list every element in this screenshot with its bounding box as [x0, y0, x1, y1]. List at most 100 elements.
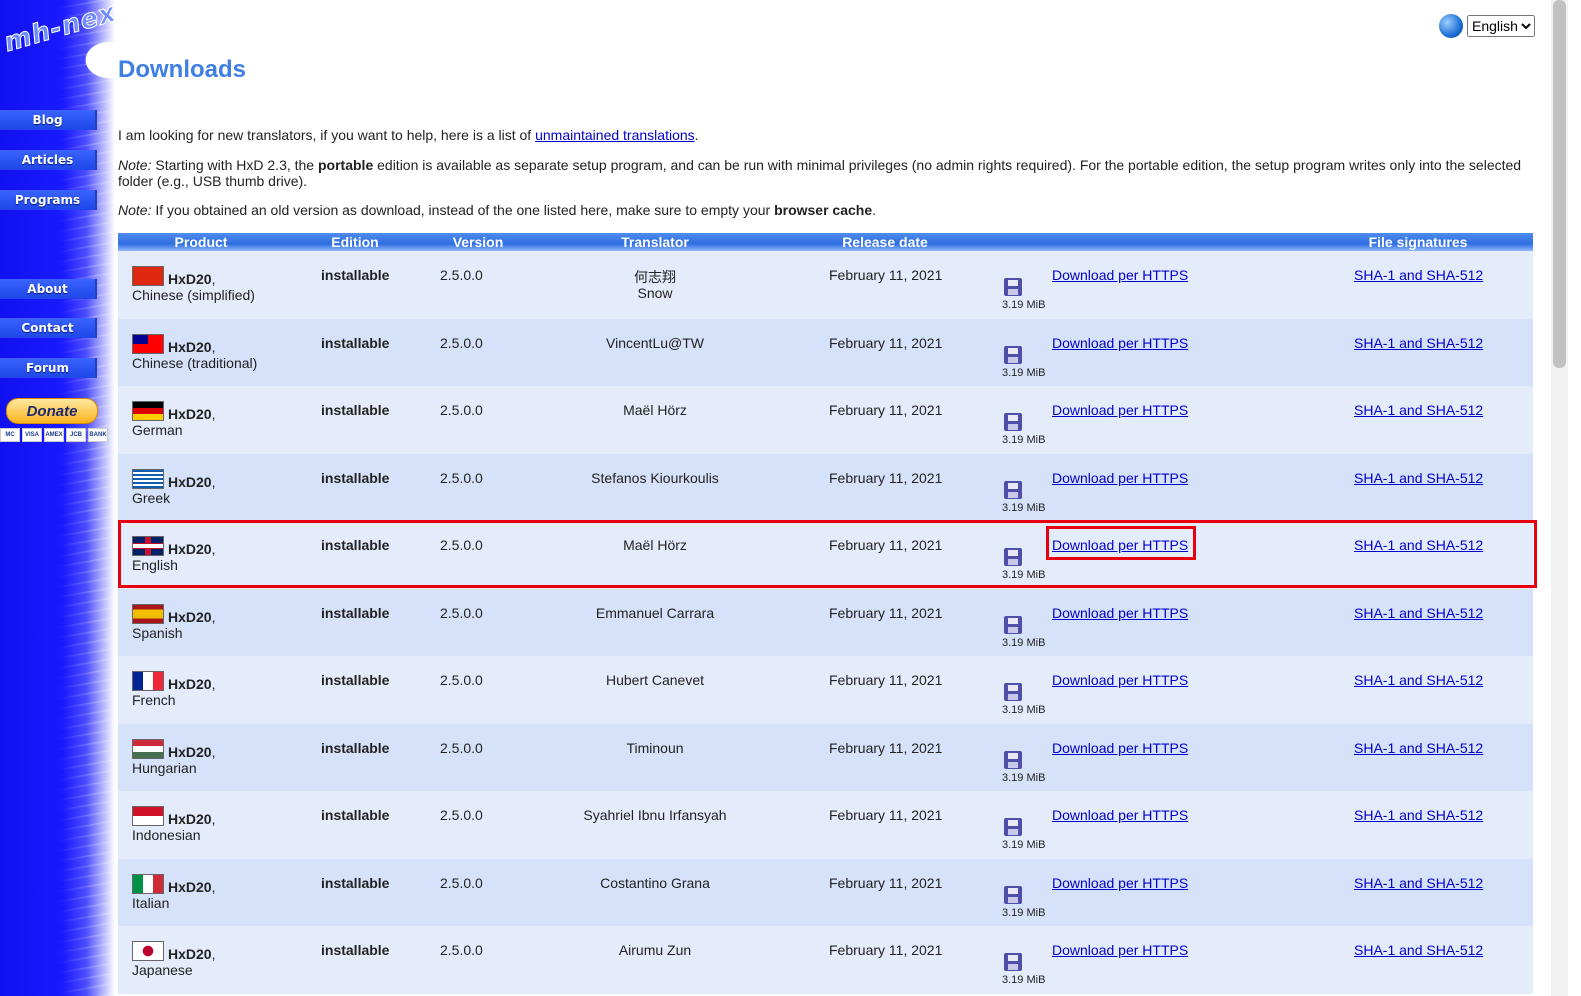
floppy-disk-icon [1004, 750, 1022, 769]
product-name: HxD20, [168, 743, 216, 760]
scrollbar[interactable] [1551, 0, 1568, 996]
table-row: HxD20, French installable 2.5.0.0 Hubert Can… [118, 656, 1533, 724]
note2-text-b: . [872, 202, 877, 218]
nav-articles[interactable]: Articles [0, 150, 97, 170]
floppy-disk-icon [1004, 278, 1022, 296]
download-https-link[interactable]: Download per HTTPS [1052, 537, 1188, 553]
edition: installable [321, 469, 390, 486]
download-https-link[interactable]: Download per HTTPS [1052, 267, 1188, 283]
translator: Timinoun [626, 739, 684, 756]
version: 2.5.0.0 [440, 604, 483, 621]
release-date: February 11, 2021 [829, 334, 943, 351]
edition: installable [321, 537, 390, 553]
version: 2.5.0.0 [440, 672, 483, 688]
product-name: HxD20, [168, 271, 216, 287]
product-name: HxD20, [168, 878, 216, 895]
floppy-disk-icon [1004, 413, 1022, 431]
table-row: HxD20, Spanish installable 2.5.0.0 Emmanuel … [118, 588, 1533, 656]
product-name: HxD20, [168, 338, 216, 355]
flag-icon [132, 603, 164, 624]
table-row: HxD20, Hungarian installable 2.5.0.0 Timinou… [118, 723, 1533, 791]
file-signatures-link[interactable]: SHA-1 and SHA-512 [1354, 605, 1483, 621]
translator: 何志翔 Snow [634, 269, 676, 301]
unmaintained-translations-link[interactable]: unmaintained translations [535, 127, 695, 143]
intro-text: I am looking for new translators, if you… [118, 127, 536, 143]
download-https-link[interactable]: Download per HTTPS [1052, 942, 1188, 958]
floppy-disk-icon [1004, 953, 1022, 971]
nav-forum[interactable]: Forum [0, 358, 97, 378]
download-https-link[interactable]: Download per HTTPS [1052, 605, 1188, 621]
file-size: 3.19 MiB [1002, 636, 1046, 649]
language-selector: English [1439, 14, 1535, 38]
floppy-disk-icon [1004, 480, 1022, 499]
download-https-link[interactable]: Download per HTTPS [1052, 672, 1188, 688]
nav-about[interactable]: About [0, 279, 97, 299]
edition: installable [321, 807, 390, 823]
table-body: HxD20, Chinese (simplified) installable 2.5… [118, 251, 1533, 994]
table-header: Product Edition Version Translator Relea… [118, 233, 1533, 251]
flag-icon [132, 333, 164, 354]
nav-blog[interactable]: Blog [0, 110, 97, 130]
donate-button[interactable]: Donate [6, 398, 98, 424]
nav-contact[interactable]: Contact [0, 318, 97, 338]
product-name: HxD20, [168, 608, 216, 625]
edition: installable [321, 874, 390, 891]
product-language: German [132, 422, 183, 438]
payment-cards: MC VISA AMEX JCB BANK [0, 428, 108, 442]
note-cache: Note: If you obtained an old version as … [118, 202, 1528, 218]
file-signatures-link[interactable]: SHA-1 and SHA-512 [1354, 807, 1483, 823]
file-signatures-link[interactable]: SHA-1 and SHA-512 [1354, 537, 1483, 553]
version: 2.5.0.0 [440, 874, 483, 891]
file-signatures-link[interactable]: SHA-1 and SHA-512 [1354, 470, 1483, 486]
scrollbar-thumb[interactable] [1553, 0, 1566, 368]
flag-icon [132, 266, 164, 286]
intro-paragraph: I am looking for new translators, if you… [118, 127, 1528, 143]
header-translator: Translator [621, 234, 689, 250]
release-date: February 11, 2021 [829, 942, 943, 958]
version: 2.5.0.0 [440, 942, 483, 958]
product-language: Italian [132, 894, 170, 911]
flag-icon [132, 738, 164, 759]
note-label: Note: [118, 157, 152, 173]
nav-programs[interactable]: Programs [0, 190, 97, 210]
note2-bold: browser cache [774, 202, 873, 218]
release-date: February 11, 2021 [829, 267, 943, 283]
product-language: Chinese (traditional) [132, 354, 258, 371]
file-signatures-link[interactable]: SHA-1 and SHA-512 [1354, 875, 1483, 891]
edition: installable [321, 604, 390, 621]
table-row: HxD20, Indonesian installable 2.5.0.0 Syahri… [118, 791, 1533, 859]
file-size: 3.19 MiB [1002, 299, 1046, 311]
file-signatures-link[interactable]: SHA-1 and SHA-512 [1354, 740, 1483, 756]
version: 2.5.0.0 [440, 537, 483, 553]
file-signatures-link[interactable]: SHA-1 and SHA-512 [1354, 672, 1483, 688]
download-https-link[interactable]: Download per HTTPS [1052, 740, 1188, 756]
jcb-icon: JCB [66, 428, 86, 442]
note2-text-a: If you obtained an old version as downlo… [151, 202, 775, 218]
file-signatures-link[interactable]: SHA-1 and SHA-512 [1354, 335, 1483, 351]
visa-icon: VISA [22, 428, 42, 442]
product-language: Hungarian [132, 759, 197, 776]
release-date: February 11, 2021 [829, 469, 943, 486]
edition: installable [321, 739, 390, 756]
download-https-link[interactable]: Download per HTTPS [1052, 875, 1188, 891]
file-size: 3.19 MiB [1002, 569, 1046, 581]
file-signatures-link[interactable]: SHA-1 and SHA-512 [1354, 942, 1483, 958]
file-signatures-link[interactable]: SHA-1 and SHA-512 [1354, 267, 1483, 283]
product-language: Spanish [132, 624, 183, 641]
table-row: HxD20, Japanese installable 2.5.0.0 Airumu Z… [118, 926, 1533, 994]
file-size: 3.19 MiB [1002, 434, 1046, 446]
download-https-link[interactable]: Download per HTTPS [1052, 402, 1188, 418]
header-product: Product [174, 234, 228, 250]
release-date: February 11, 2021 [829, 807, 943, 823]
file-signatures-link[interactable]: SHA-1 and SHA-512 [1354, 402, 1483, 418]
edition: installable [321, 334, 390, 351]
product-name: HxD20, [168, 946, 216, 962]
download-https-link[interactable]: Download per HTTPS [1052, 470, 1188, 486]
page-title: Downloads [118, 56, 247, 83]
release-date: February 11, 2021 [829, 537, 943, 553]
language-select[interactable]: English [1467, 15, 1535, 37]
floppy-disk-icon [1004, 548, 1022, 566]
download-https-link[interactable]: Download per HTTPS [1052, 335, 1188, 351]
download-https-link[interactable]: Download per HTTPS [1052, 807, 1188, 823]
product-name: HxD20, [168, 406, 216, 422]
